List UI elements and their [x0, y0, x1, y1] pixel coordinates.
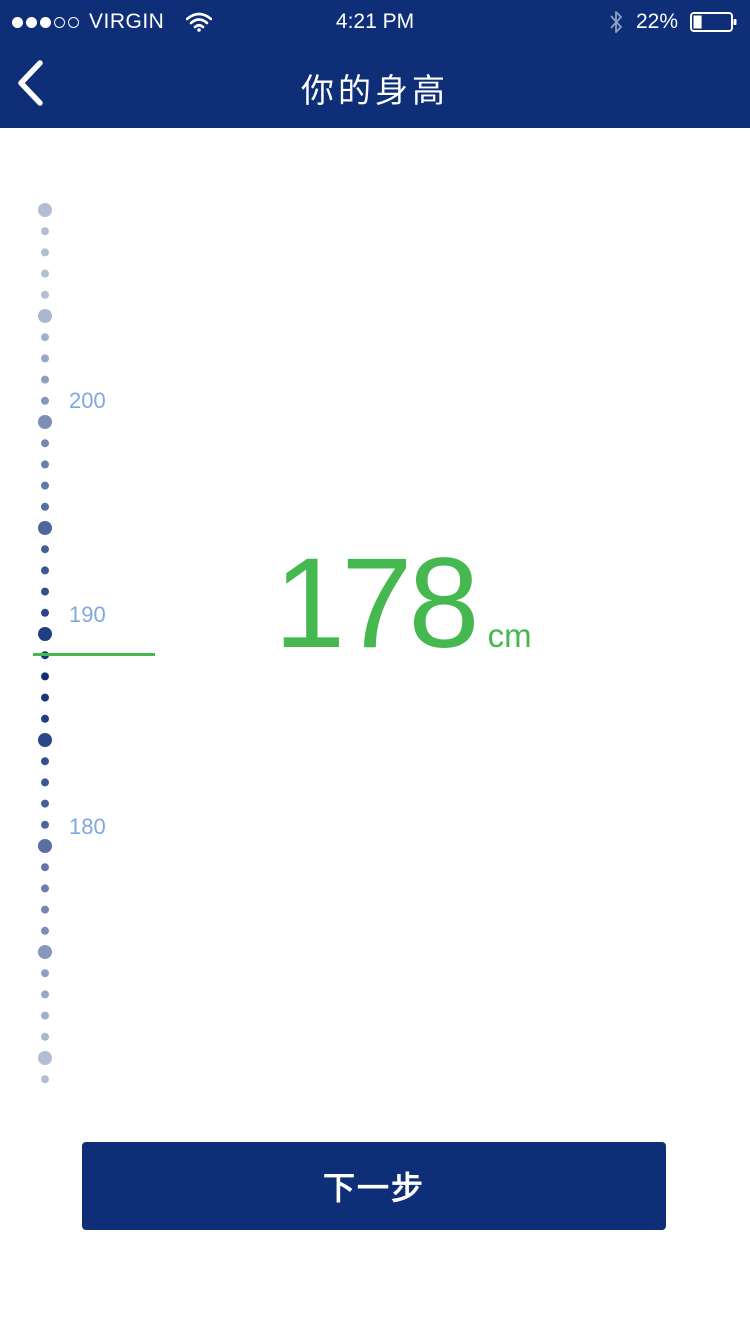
ruler-major-dot [38, 415, 52, 429]
ruler-minor-dot [41, 757, 49, 766]
ruler-major-dot [38, 1051, 52, 1065]
ruler-minor-dot [41, 545, 49, 554]
ruler-minor-dot [41, 481, 49, 490]
ruler-minor-dot [41, 778, 49, 787]
status-right: 22% [608, 9, 738, 35]
ruler-major-dot [38, 945, 52, 959]
bluetooth-icon [610, 11, 622, 33]
ruler-major-dot [38, 627, 52, 641]
ruler-minor-dot [41, 396, 49, 405]
ruler-label-190: 190 [69, 602, 106, 627]
top-bar: VIRGIN 4:21 PM 22% 你的身高 [0, 0, 750, 128]
height-unit: cm [487, 617, 532, 654]
ruler-label-200: 200 [69, 388, 106, 413]
ruler-minor-dot [41, 460, 49, 469]
ruler-minor-dot [41, 990, 49, 999]
ruler-minor-dot [41, 502, 49, 511]
ruler-minor-dot [41, 375, 49, 384]
ruler-minor-dot [41, 672, 49, 681]
height-value: 178 [274, 532, 480, 675]
ruler-minor-dot [41, 799, 49, 808]
page-title: 你的身高 [301, 71, 449, 110]
battery-icon [690, 12, 737, 32]
ruler-major-dot [38, 733, 52, 747]
ruler-minor-dot [41, 905, 49, 914]
ruler-minor-dot [41, 926, 49, 935]
ruler-minor-dot [41, 354, 49, 363]
ruler-minor-dot [41, 884, 49, 893]
ruler-minor-dot [41, 227, 49, 236]
ruler-minor-dot [41, 714, 49, 723]
ruler-minor-dot [41, 820, 49, 829]
navigation-bar: 你的身高 [0, 44, 750, 128]
ruler-minor-dot [41, 1011, 49, 1020]
ruler-minor-dot [41, 693, 49, 702]
ruler-label-180: 180 [69, 814, 106, 839]
height-reading: 178 cm [274, 540, 532, 668]
ruler-minor-dot [41, 969, 49, 978]
selection-indicator [33, 653, 155, 656]
ruler-minor-dot [41, 290, 49, 299]
height-picker-screen: VIRGIN 4:21 PM 22% 你的身高 200 190 180 178 … [0, 0, 750, 1334]
ruler-major-dot [38, 309, 52, 323]
ruler-minor-dot [41, 269, 49, 278]
next-button[interactable]: 下一步 [82, 1142, 666, 1230]
ruler-minor-dot [41, 587, 49, 596]
ruler-minor-dot [41, 608, 49, 617]
ruler-minor-dot [41, 248, 49, 257]
ruler-major-dot [38, 521, 52, 535]
ruler-minor-dot [41, 566, 49, 575]
status-bar: VIRGIN 4:21 PM 22% [0, 0, 750, 44]
ruler-major-dot [38, 203, 52, 217]
battery-percent: 22% [635, 10, 678, 33]
ruler-minor-dot [41, 863, 49, 872]
ruler-minor-dot [41, 439, 49, 448]
ruler-minor-dot [41, 1032, 49, 1041]
ruler-major-dot [38, 839, 52, 853]
height-ruler[interactable]: 200 190 180 [0, 128, 200, 1088]
ruler-minor-dot [41, 333, 49, 342]
ruler-minor-dot [41, 1075, 49, 1084]
